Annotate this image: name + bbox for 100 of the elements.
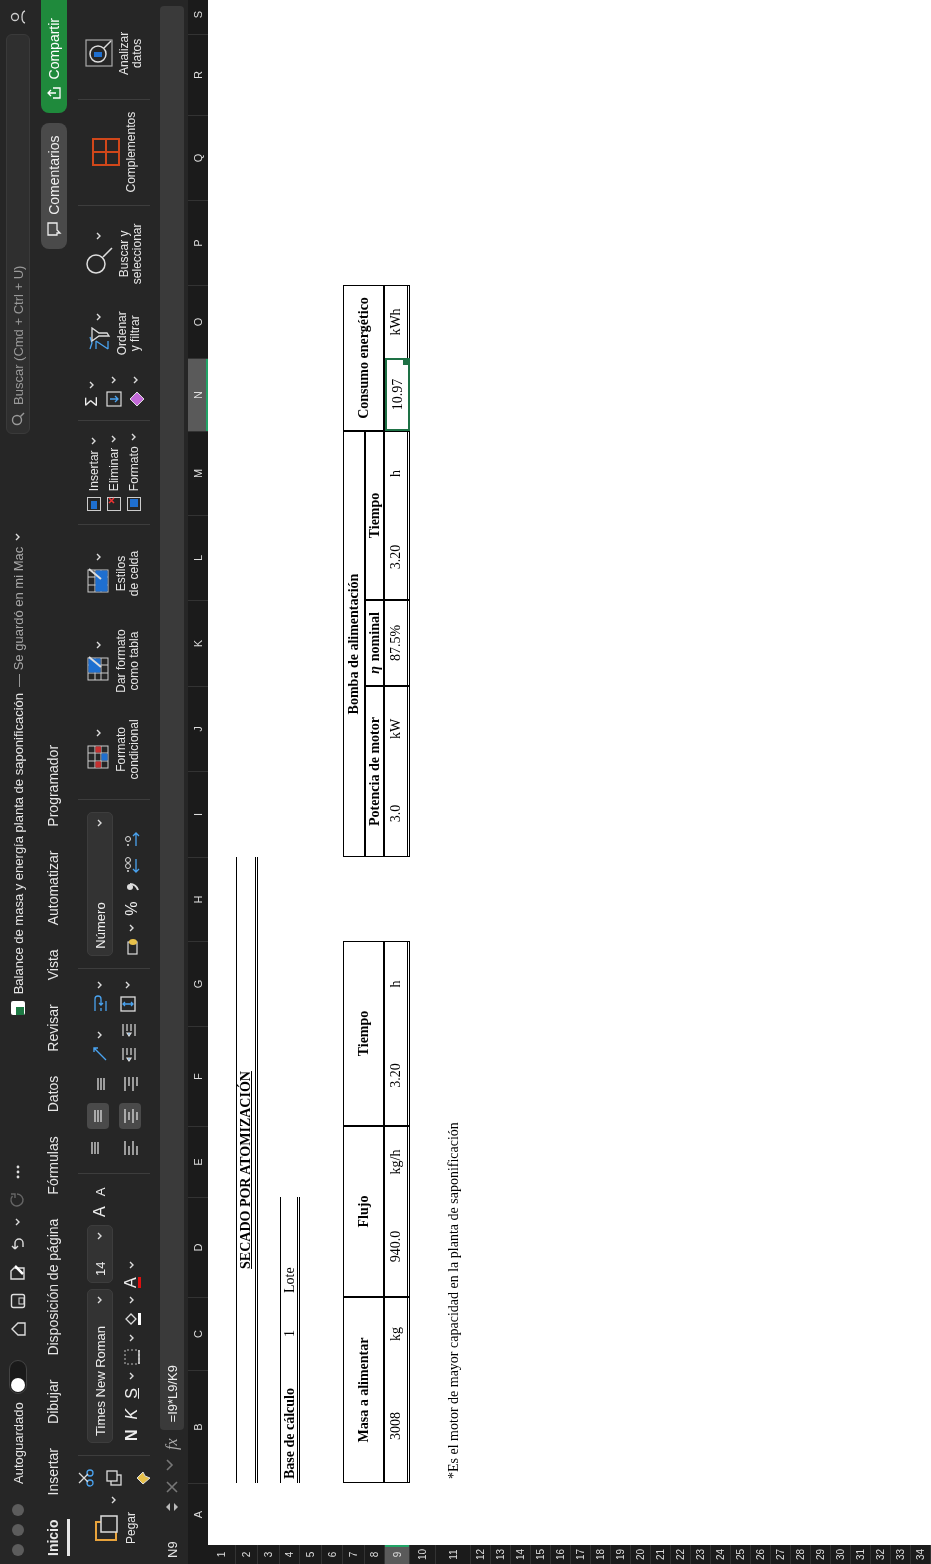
table-cell[interactable]: 10.97 — [385, 358, 410, 431]
row-header[interactable]: 5 — [300, 1545, 322, 1564]
shrink-font-button[interactable]: A — [92, 1185, 108, 1199]
row-header[interactable]: 11 — [436, 1545, 471, 1564]
comments-button[interactable]: Comentarios — [41, 123, 67, 249]
column-header[interactable]: J — [188, 686, 208, 771]
table-cell[interactable]: kW — [385, 686, 410, 771]
column-header[interactable]: R — [188, 34, 208, 115]
function-button[interactable]: fx — [163, 1438, 181, 1450]
fill-handle[interactable] — [403, 360, 408, 365]
merge-cells-icon[interactable] — [119, 994, 137, 1013]
column-header[interactable]: I — [188, 771, 208, 857]
find-select-button[interactable]: Buscar y seleccionar — [84, 217, 144, 291]
person-icon[interactable] — [9, 8, 27, 26]
wrap-text-icon[interactable] — [91, 994, 109, 1013]
ribbon-tab[interactable]: Datos — [38, 1075, 70, 1113]
row-header[interactable]: 1 — [208, 1545, 236, 1564]
conditional-format-icon[interactable] — [87, 743, 111, 770]
row-header[interactable]: 30 — [831, 1545, 851, 1564]
table-cell[interactable]: 940.0 — [385, 1197, 410, 1297]
row-header[interactable]: 19 — [611, 1545, 631, 1564]
row-header[interactable]: 31 — [851, 1545, 871, 1564]
styles-button[interactable]: Formato condicional — [87, 712, 141, 787]
row-header[interactable]: 3 — [258, 1545, 280, 1564]
caret-icon[interactable] — [15, 1218, 21, 1227]
fill-down-icon[interactable] — [105, 390, 123, 409]
caret-icon[interactable] — [111, 434, 117, 443]
row-header[interactable]: 15 — [531, 1545, 551, 1564]
caret-icon[interactable] — [97, 1030, 103, 1039]
caret-icon[interactable] — [96, 553, 102, 562]
row-header[interactable]: 29 — [811, 1545, 831, 1564]
caret-icon[interactable] — [129, 923, 135, 932]
row-header[interactable]: 32 — [871, 1545, 891, 1564]
caret-icon[interactable] — [129, 1261, 135, 1270]
column-header[interactable]: K — [188, 600, 208, 686]
caret-icon[interactable] — [111, 1495, 117, 1504]
search-icon[interactable] — [11, 412, 25, 426]
paste-button[interactable]: Pegar — [90, 1511, 138, 1544]
font-color-button[interactable]: A — [123, 1275, 141, 1291]
column-header[interactable]: D — [188, 1197, 208, 1297]
table-cell[interactable]: h — [385, 431, 410, 515]
eraser-icon[interactable] — [127, 390, 145, 409]
row-header[interactable]: 16 — [551, 1545, 571, 1564]
caret-icon[interactable] — [96, 641, 102, 650]
cell-brush-icon[interactable] — [87, 567, 111, 594]
ribbon-tab[interactable]: Vista — [38, 949, 70, 981]
caret-icon[interactable] — [97, 818, 103, 827]
column-header[interactable]: G — [188, 941, 208, 1026]
column-header[interactable]: H — [188, 857, 208, 941]
italic-button[interactable]: K — [123, 1406, 141, 1422]
column-header[interactable]: S — [188, 0, 208, 34]
share-button[interactable]: Compartir — [41, 0, 67, 114]
column-header[interactable]: N — [188, 358, 208, 431]
font-field[interactable]: Times New Roman — [87, 1288, 113, 1443]
redo-icon[interactable] — [9, 1190, 27, 1209]
grow-font-button[interactable]: A — [91, 1204, 109, 1219]
ribbon-tab[interactable]: Programador — [38, 744, 70, 827]
column-header[interactable]: E — [188, 1126, 208, 1197]
table-cell[interactable]: 3008 — [385, 1370, 410, 1483]
row-header[interactable]: 26 — [751, 1545, 771, 1564]
row-header[interactable]: 8 — [365, 1545, 385, 1564]
borders-icon[interactable] — [123, 1348, 141, 1367]
ribbon-tab[interactable]: Revisar — [38, 1004, 70, 1052]
caret-icon[interactable] — [131, 433, 137, 442]
column-header[interactable]: O — [188, 285, 208, 358]
cancel-icon[interactable] — [165, 1480, 179, 1494]
home-icon[interactable] — [9, 1320, 27, 1339]
orientation-icon[interactable] — [91, 1044, 109, 1063]
table-cell[interactable]: h — [385, 941, 410, 1026]
caret-icon[interactable] — [111, 376, 117, 385]
name-box[interactable]: N9 — [164, 1520, 180, 1558]
cells-menu-button[interactable]: Eliminar — [106, 433, 122, 513]
caret-icon[interactable] — [89, 380, 95, 389]
row-header[interactable]: 6 — [322, 1545, 343, 1564]
analyze-data-button[interactable]: Analizar datos — [84, 20, 144, 87]
caret-icon[interactable] — [97, 1295, 103, 1304]
row-header[interactable]: 2 — [236, 1545, 258, 1564]
caret-icon[interactable] — [96, 231, 102, 240]
caret-icon[interactable] — [96, 313, 102, 322]
table-cell[interactable]: 87.5% — [385, 600, 410, 686]
underline-button[interactable]: S — [123, 1386, 141, 1401]
row-header[interactable]: 34 — [911, 1545, 931, 1564]
styles-button[interactable]: Estilos de celda — [87, 537, 141, 610]
autosum-button[interactable]: Σ — [83, 394, 101, 409]
number-format-field[interactable]: Número — [87, 811, 113, 956]
row-header[interactable]: 14 — [511, 1545, 531, 1564]
save-icon[interactable] — [9, 1292, 27, 1311]
row-header[interactable]: 25 — [731, 1545, 751, 1564]
formula-field[interactable]: =I9*L9/K9 — [160, 6, 184, 1431]
bold-button[interactable]: N — [123, 1427, 141, 1443]
stepper-icon[interactable] — [164, 1502, 180, 1512]
row-header[interactable]: 21 — [651, 1545, 671, 1564]
column-header[interactable]: F — [188, 1026, 208, 1126]
scissors-icon[interactable] — [77, 1467, 95, 1488]
table-brush-icon[interactable] — [87, 655, 111, 682]
table-cell[interactable]: 3.20 — [385, 1026, 410, 1126]
column-header[interactable]: Q — [188, 115, 208, 200]
percent-button[interactable]: % — [123, 899, 141, 918]
caret-icon[interactable] — [129, 1296, 135, 1305]
search-field[interactable]: Buscar (Cmd + Ctrl + U) — [6, 34, 30, 434]
